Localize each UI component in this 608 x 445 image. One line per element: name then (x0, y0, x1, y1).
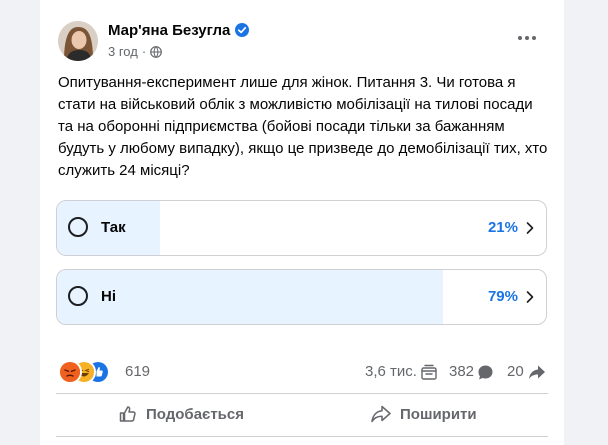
post-text: Опитування-експеримент лише для жінок. П… (58, 74, 548, 179)
views-icon (420, 363, 438, 386)
chevron-right-icon (525, 221, 535, 235)
poll-option-label: Так (101, 219, 126, 236)
poll-option-percent: 79% (487, 288, 518, 305)
comment-icon (477, 364, 494, 386)
radio-button-icon[interactable] (68, 217, 88, 237)
share-label: Поширити (400, 406, 477, 423)
views-count: 3,6 тис. (365, 363, 417, 380)
poll-option-percent: 21% (487, 219, 518, 236)
more-options-icon[interactable] (514, 25, 540, 51)
reactions-count[interactable]: 619 (125, 363, 150, 380)
verified-badge-icon (235, 23, 250, 41)
like-label: Подобається (146, 406, 244, 423)
angry-icon (58, 360, 82, 384)
chevron-right-icon (525, 290, 535, 304)
share-icon (370, 404, 392, 428)
share-button[interactable]: Поширити (306, 397, 546, 433)
comments-count[interactable]: 382 (449, 363, 474, 380)
poll-option-yes[interactable]: Так 21% (56, 200, 547, 256)
shares-count[interactable]: 20 (507, 363, 524, 380)
meta-separator: · (141, 44, 147, 59)
like-button[interactable]: Подобається (58, 397, 298, 433)
divider (56, 436, 548, 437)
author-name[interactable]: Мар'яна Безугла (108, 22, 230, 39)
author-avatar[interactable] (58, 21, 98, 61)
author-name-row: Мар'яна Безугла (108, 22, 250, 41)
thumbs-up-icon (118, 404, 138, 428)
globe-icon (150, 46, 163, 61)
post-time[interactable]: 3 год (108, 44, 138, 59)
radio-button-icon[interactable] (68, 286, 88, 306)
poll-option-label: Ні (101, 288, 116, 305)
post-card: Мар'яна Безугла 3 год · Опитування-експер… (40, 0, 564, 445)
poll-option-no[interactable]: Ні 79% (56, 269, 547, 325)
share-arrow-icon (528, 364, 546, 386)
divider (56, 393, 548, 394)
post-meta: 3 год · (108, 44, 163, 61)
